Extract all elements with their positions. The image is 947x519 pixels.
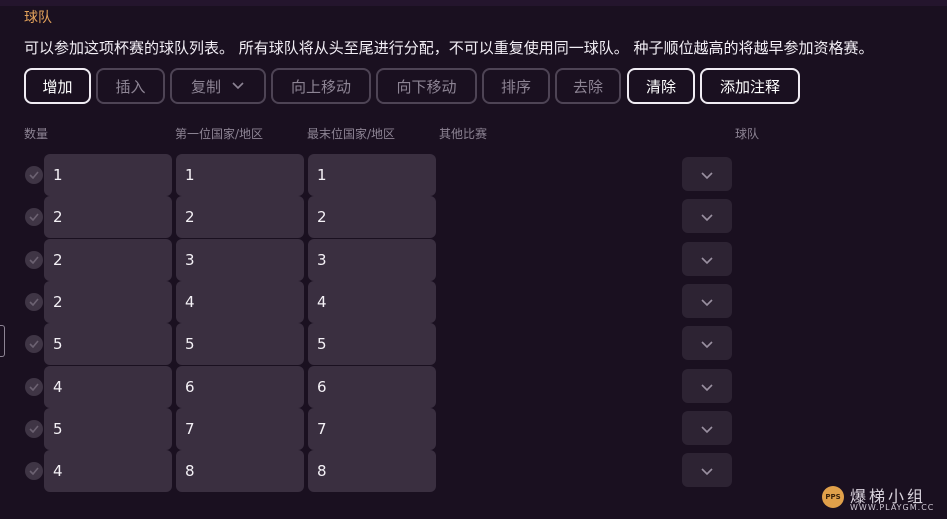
watermark: PPS 爆梯小组 WWW.PLAYGM.CC	[818, 482, 943, 516]
column-header-quantity: 数量	[24, 127, 49, 141]
quantity-input[interactable]: 5	[44, 408, 172, 450]
table-row: 111	[0, 154, 947, 196]
column-header-first-nation: 第一位国家/地区	[175, 127, 264, 141]
chevron-down-icon	[700, 461, 714, 480]
table-row: 466	[0, 366, 947, 408]
quantity-input[interactable]: 5	[44, 323, 172, 365]
last-nation-input[interactable]: 6	[308, 366, 436, 408]
check-icon[interactable]	[25, 462, 43, 480]
section-description: 可以参加这项杯赛的球队列表。 所有球队将从头至尾进行分配，不可以重复使用同一球队…	[24, 39, 874, 57]
move-up-label: 向上移动	[290, 77, 351, 96]
quantity-input[interactable]: 4	[44, 366, 172, 408]
add-note-label: 添加注释	[719, 77, 780, 96]
column-header-other-competition: 其他比赛	[439, 127, 488, 141]
last-nation-input[interactable]: 5	[308, 323, 436, 365]
remove-label: 去除	[572, 77, 603, 96]
last-nation-input[interactable]: 8	[308, 450, 436, 492]
last-nation-input[interactable]: 7	[308, 408, 436, 450]
chevron-down-icon	[700, 207, 714, 226]
resize-handle[interactable]	[0, 325, 5, 357]
table-row: 233	[0, 239, 947, 281]
team-dropdown[interactable]	[682, 157, 732, 191]
add-button-label: 增加	[42, 77, 73, 96]
quantity-input[interactable]: 4	[44, 450, 172, 492]
add-button[interactable]: 增加	[24, 68, 91, 104]
remove-button[interactable]: 去除	[555, 68, 621, 104]
team-dropdown[interactable]	[682, 284, 732, 318]
table-row: 577	[0, 408, 947, 450]
team-dropdown[interactable]	[682, 199, 732, 233]
team-dropdown[interactable]	[682, 242, 732, 276]
first-nation-input[interactable]: 3	[176, 239, 304, 281]
move-up-button[interactable]: 向上移动	[271, 68, 371, 104]
check-icon[interactable]	[25, 251, 43, 269]
quantity-input[interactable]: 2	[44, 196, 172, 238]
table-row: 555	[0, 323, 947, 365]
check-icon[interactable]	[25, 378, 43, 396]
quantity-input[interactable]: 2	[44, 281, 172, 323]
first-nation-input[interactable]: 2	[176, 196, 304, 238]
add-note-button[interactable]: 添加注释	[700, 68, 800, 104]
copy-button-label: 复制	[190, 77, 221, 96]
first-nation-input[interactable]: 4	[176, 281, 304, 323]
first-nation-input[interactable]: 7	[176, 408, 304, 450]
last-nation-input[interactable]: 3	[308, 239, 436, 281]
column-header-team: 球队	[735, 127, 760, 141]
team-dropdown[interactable]	[682, 326, 732, 360]
first-nation-input[interactable]: 1	[176, 154, 304, 196]
first-nation-input[interactable]: 6	[176, 366, 304, 408]
first-nation-input[interactable]: 8	[176, 450, 304, 492]
section-title: 球队	[24, 10, 52, 26]
table-row: 222	[0, 196, 947, 238]
table-row: 488	[0, 450, 947, 492]
sort-label: 排序	[500, 77, 531, 96]
table-row: 244	[0, 281, 947, 323]
team-dropdown[interactable]	[682, 411, 732, 445]
clear-button[interactable]: 清除	[627, 68, 695, 104]
chevron-down-icon	[700, 165, 714, 184]
check-icon[interactable]	[25, 335, 43, 353]
check-icon[interactable]	[25, 293, 43, 311]
clear-label: 清除	[645, 77, 676, 96]
team-dropdown[interactable]	[682, 369, 732, 403]
chevron-down-icon	[700, 377, 714, 396]
last-nation-input[interactable]: 1	[308, 154, 436, 196]
top-bar	[0, 0, 947, 6]
move-down-label: 向下移动	[396, 77, 457, 96]
sort-button[interactable]: 排序	[482, 68, 550, 104]
first-nation-input[interactable]: 5	[176, 323, 304, 365]
chevron-down-icon	[231, 80, 245, 93]
chevron-down-icon	[700, 292, 714, 311]
chevron-down-icon	[700, 334, 714, 353]
chevron-down-icon	[700, 419, 714, 438]
quantity-input[interactable]: 1	[44, 154, 172, 196]
insert-button[interactable]: 插入	[96, 68, 165, 104]
move-down-button[interactable]: 向下移动	[376, 68, 477, 104]
watermark-url: WWW.PLAYGM.CC	[850, 503, 935, 512]
chevron-down-icon	[700, 250, 714, 269]
insert-button-label: 插入	[115, 77, 146, 96]
copy-dropdown-button[interactable]: 复制	[170, 68, 266, 104]
team-dropdown[interactable]	[682, 453, 732, 487]
column-header-last-nation: 最末位国家/地区	[307, 127, 396, 141]
quantity-input[interactable]: 2	[44, 239, 172, 281]
watermark-logo: PPS	[822, 486, 844, 508]
check-icon[interactable]	[25, 166, 43, 184]
last-nation-input[interactable]: 4	[308, 281, 436, 323]
check-icon[interactable]	[25, 208, 43, 226]
last-nation-input[interactable]: 2	[308, 196, 436, 238]
check-icon[interactable]	[25, 420, 43, 438]
